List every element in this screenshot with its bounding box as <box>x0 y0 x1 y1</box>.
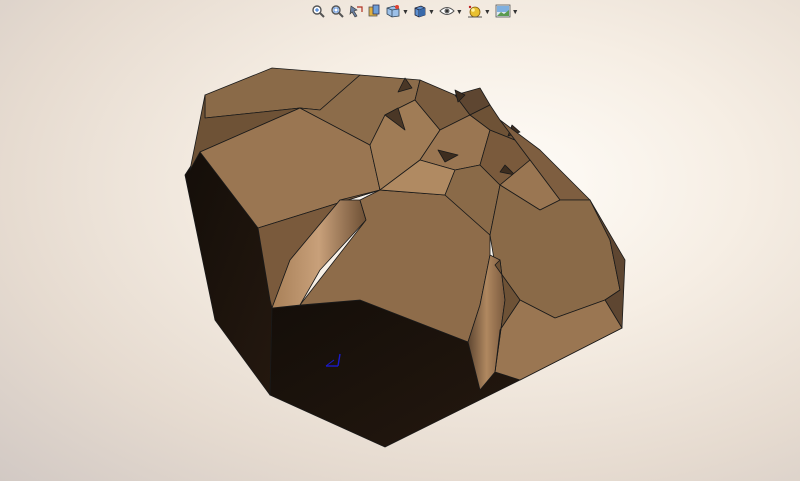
model-solid-body[interactable] <box>0 0 800 481</box>
graphics-area[interactable]: ▼ ▼ ▼ ▼ ▼ <box>0 0 800 481</box>
reference-triad <box>322 350 344 377</box>
